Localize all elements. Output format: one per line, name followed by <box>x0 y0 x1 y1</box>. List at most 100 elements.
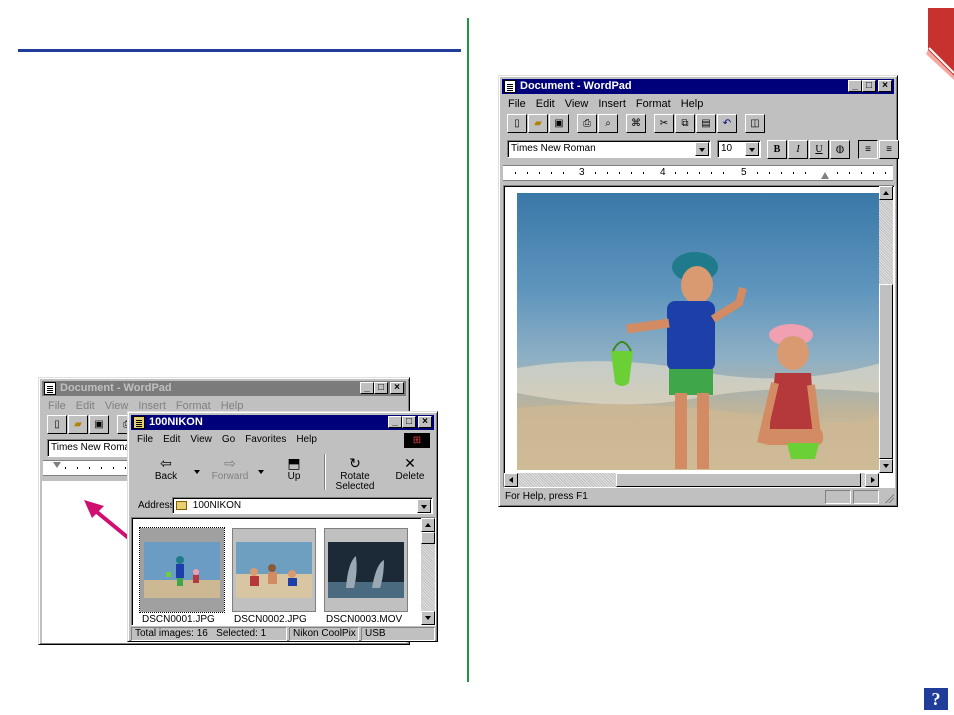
menu-file[interactable]: File <box>132 432 158 448</box>
folder-up-icon: ⬒ <box>287 455 301 471</box>
rotate-label: Rotate Selected <box>335 471 375 492</box>
ruler[interactable]: 3 4 5 <box>503 165 893 181</box>
menu-help[interactable]: Help <box>676 96 709 112</box>
file-name[interactable]: DSCN0003.MOV <box>326 614 402 625</box>
file-thumbnail[interactable] <box>232 528 316 612</box>
menu-view[interactable]: View <box>185 432 217 448</box>
wordpad-small-titlebar[interactable]: Document - WordPad _ □ × <box>42 381 406 396</box>
rotate-selected-button[interactable]: ↻ Rotate Selected <box>330 456 380 492</box>
color-palette-icon[interactable]: ◍ <box>830 140 850 159</box>
menu-file[interactable]: File <box>43 398 71 414</box>
close-button[interactable]: × <box>390 382 404 394</box>
minimize-button[interactable]: _ <box>388 416 402 428</box>
vertical-scrollbar[interactable] <box>879 186 893 473</box>
help-icon[interactable]: ? <box>924 688 948 710</box>
explorer-titlebar[interactable]: 100NIKON _ □ × <box>131 415 434 430</box>
chevron-down-icon[interactable] <box>745 142 759 156</box>
folder-icon <box>176 500 187 510</box>
minimize-button[interactable]: _ <box>360 382 374 394</box>
horizontal-scrollbar[interactable] <box>504 473 879 487</box>
undo-icon[interactable]: ↶ <box>717 114 737 133</box>
bold-button[interactable]: B <box>767 140 787 159</box>
close-button[interactable]: × <box>878 80 892 92</box>
wordpad-document-icon[interactable] <box>504 80 516 93</box>
wordpad-titlebar[interactable]: Document - WordPad _ □ × <box>502 79 894 94</box>
scroll-up-button[interactable] <box>879 186 893 200</box>
explorer-window: 100NIKON _ □ × File Edit View Go Favorit… <box>127 411 438 642</box>
paste-icon[interactable]: ▤ <box>696 114 716 133</box>
vertical-scrollbar[interactable] <box>421 518 435 625</box>
menu-file[interactable]: File <box>503 96 531 112</box>
menu-view[interactable]: View <box>560 96 594 112</box>
cut-icon[interactable]: ✂ <box>654 114 674 133</box>
address-combo[interactable]: 100NIKON <box>172 497 433 514</box>
new-icon[interactable]: ▯ <box>507 114 527 133</box>
menu-format[interactable]: Format <box>631 96 676 112</box>
find-icon[interactable]: ⌘ <box>626 114 646 133</box>
menu-help[interactable]: Help <box>291 432 322 448</box>
print-icon[interactable]: ⎙ <box>577 114 597 133</box>
beach-photo[interactable] <box>517 193 881 470</box>
wordpad-window-large: Document - WordPad _ □ × File Edit View … <box>498 75 899 507</box>
back-dropdown-icon[interactable] <box>194 470 200 474</box>
up-button[interactable]: ⬒ Up <box>274 456 314 482</box>
chevron-down-icon[interactable] <box>417 499 431 513</box>
open-icon[interactable]: ▰ <box>528 114 548 133</box>
scroll-down-button[interactable] <box>421 611 435 625</box>
file-thumbnail[interactable] <box>139 527 225 613</box>
wordpad-document-icon[interactable] <box>44 382 56 395</box>
format-toolbar: B I U ◍ ≡ ≡ <box>767 140 899 159</box>
scroll-down-button[interactable] <box>879 459 893 473</box>
vertical-scroll-thumb[interactable] <box>879 284 893 459</box>
delete-button[interactable]: ✕ Delete <box>388 456 432 482</box>
scroll-up-button[interactable] <box>421 518 435 532</box>
align-center-icon[interactable]: ≡ <box>879 140 899 159</box>
chevron-down-icon[interactable] <box>695 142 709 156</box>
menu-edit[interactable]: Edit <box>71 398 100 414</box>
maximize-button[interactable]: □ <box>402 416 416 428</box>
close-button[interactable]: × <box>418 416 432 428</box>
underline-button[interactable]: U <box>809 140 829 159</box>
menu-edit[interactable]: Edit <box>158 432 185 448</box>
file-name[interactable]: DSCN0002.JPG <box>234 614 307 625</box>
scroll-left-button[interactable] <box>504 473 518 487</box>
font-name-combo[interactable]: Times New Roman <box>47 439 137 457</box>
new-icon[interactable]: ▯ <box>47 415 67 434</box>
forward-button[interactable]: ⇨ Forward <box>208 456 252 482</box>
insert-datetime-icon[interactable]: ◫ <box>745 114 765 133</box>
menu-go[interactable]: Go <box>217 432 240 448</box>
horizontal-scroll-thumb[interactable] <box>616 473 861 487</box>
align-left-icon[interactable]: ≡ <box>858 140 878 159</box>
save-icon[interactable]: ▣ <box>89 415 109 434</box>
menu-insert[interactable]: Insert <box>593 96 631 112</box>
font-name-combo[interactable]: Times New Roman <box>507 140 711 158</box>
menu-edit[interactable]: Edit <box>531 96 560 112</box>
wordpad-title: Document - WordPad <box>520 80 632 92</box>
folder-icon[interactable] <box>133 416 145 429</box>
italic-button[interactable]: I <box>788 140 808 159</box>
font-size-combo[interactable]: 10 <box>717 140 761 158</box>
minimize-button[interactable]: _ <box>848 80 862 92</box>
vertical-scroll-thumb[interactable] <box>421 532 435 544</box>
open-icon[interactable]: ▰ <box>68 415 88 434</box>
ruler[interactable] <box>43 460 133 476</box>
document-area[interactable] <box>503 185 895 488</box>
print-preview-icon[interactable]: ⌕ <box>598 114 618 133</box>
file-thumbnail[interactable] <box>324 528 408 612</box>
explorer-menubar: File Edit View Go Favorites Help <box>132 432 322 448</box>
maximize-button[interactable]: □ <box>374 382 388 394</box>
right-indent-marker[interactable] <box>821 172 829 179</box>
file-name[interactable]: DSCN0001.JPG <box>142 614 215 625</box>
copy-icon[interactable]: ⧉ <box>675 114 695 133</box>
scroll-right-button[interactable] <box>865 473 879 487</box>
status-bar-text: For Help, press F1 <box>505 491 588 502</box>
indent-marker[interactable] <box>53 462 61 468</box>
maximize-button[interactable]: □ <box>862 80 876 92</box>
file-view[interactable]: DSCN0001.JPG DSCN0002.JPG DSCN0003.MOV <box>131 517 436 626</box>
save-icon[interactable]: ▣ <box>549 114 569 133</box>
forward-dropdown-icon[interactable] <box>258 470 264 474</box>
menu-favorites[interactable]: Favorites <box>240 432 291 448</box>
resize-grip-icon[interactable] <box>884 493 894 503</box>
back-button[interactable]: ⇦ Back <box>144 456 188 482</box>
vertical-divider <box>467 18 469 682</box>
